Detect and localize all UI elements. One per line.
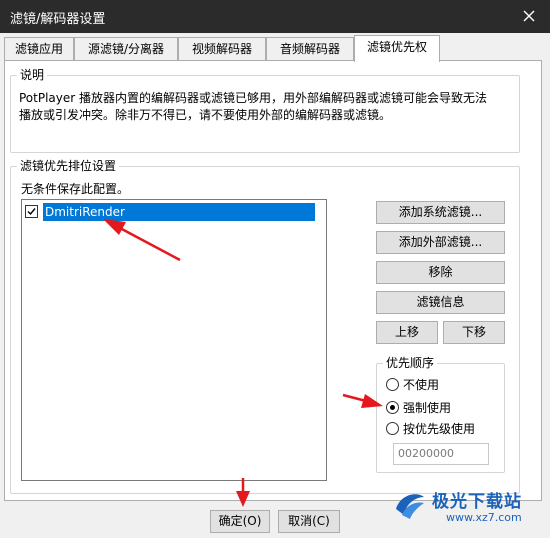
tab-panel: 说明 PotPlayer 播放器内置的编解码器或滤镜已够用，用外部编解码器或滤镜… [4, 60, 542, 501]
cancel-button[interactable]: 取消(C) [278, 510, 340, 533]
priority-group: 滤镜优先排位设置 无条件保存此配置。 DmitriRender 添加系统滤镜..… [10, 159, 520, 494]
radio-label: 按优先级使用 [403, 422, 476, 436]
checkmark-icon [27, 208, 36, 216]
priority-order-group: 优先顺序 不使用 强制使用 按优先级使用 00200000 [376, 356, 505, 473]
filter-name[interactable]: DmitriRender [43, 203, 315, 221]
list-item[interactable]: DmitriRender [25, 203, 321, 221]
tab-audio-decoder[interactable]: 音频解码器 [266, 37, 354, 61]
filter-checkbox[interactable] [25, 205, 38, 218]
priority-order-title: 优先顺序 [383, 356, 438, 370]
tab-source-splitter[interactable]: 源滤镜/分离器 [74, 37, 178, 61]
ok-button[interactable]: 确定(O) [210, 510, 270, 533]
priority-group-title: 滤镜优先排位设置 [17, 159, 120, 173]
description-group: 说明 PotPlayer 播放器内置的编解码器或滤镜已够用，用外部编解码器或滤镜… [10, 68, 520, 153]
add-external-filter-button[interactable]: 添加外部滤镜... [376, 231, 505, 254]
radio-button[interactable] [386, 401, 399, 414]
description-text: PotPlayer 播放器内置的编解码器或滤镜已够用，用外部编解码器或滤镜可能会… [19, 91, 488, 122]
filter-info-button[interactable]: 滤镜信息 [376, 291, 505, 314]
tab-video-decoder[interactable]: 视频解码器 [178, 37, 266, 61]
dialog-body: 滤镜应用 源滤镜/分离器 视频解码器 音频解码器 滤镜优先权 说明 PotPla… [0, 33, 550, 538]
aurora-logo-icon [396, 494, 424, 519]
radio-button[interactable] [386, 422, 399, 435]
filter-list[interactable]: DmitriRender [21, 199, 327, 481]
save-config-note: 无条件保存此配置。 [21, 182, 130, 196]
watermark: 极光下载站 www.xz7.com [392, 485, 550, 538]
window-title: 滤镜/解码器设置 [10, 12, 106, 27]
radio-label: 不使用 [403, 378, 440, 392]
title-bar: 滤镜/解码器设置 [0, 0, 550, 33]
move-down-button[interactable]: 下移 [443, 321, 505, 344]
radio-button[interactable] [386, 378, 399, 391]
move-up-button[interactable]: 上移 [376, 321, 438, 344]
close-icon[interactable] [518, 5, 540, 27]
priority-value-input[interactable]: 00200000 [393, 443, 489, 465]
tab-filter-apply[interactable]: 滤镜应用 [4, 37, 74, 61]
watermark-name: 极光下载站 [432, 492, 522, 512]
watermark-url: www.xz7.com [446, 511, 522, 524]
add-system-filter-button[interactable]: 添加系统滤镜... [376, 201, 505, 224]
description-title: 说明 [17, 68, 48, 82]
tab-filter-priority[interactable]: 滤镜优先权 [354, 35, 440, 62]
radio-label: 强制使用 [403, 401, 452, 415]
remove-button[interactable]: 移除 [376, 261, 505, 284]
